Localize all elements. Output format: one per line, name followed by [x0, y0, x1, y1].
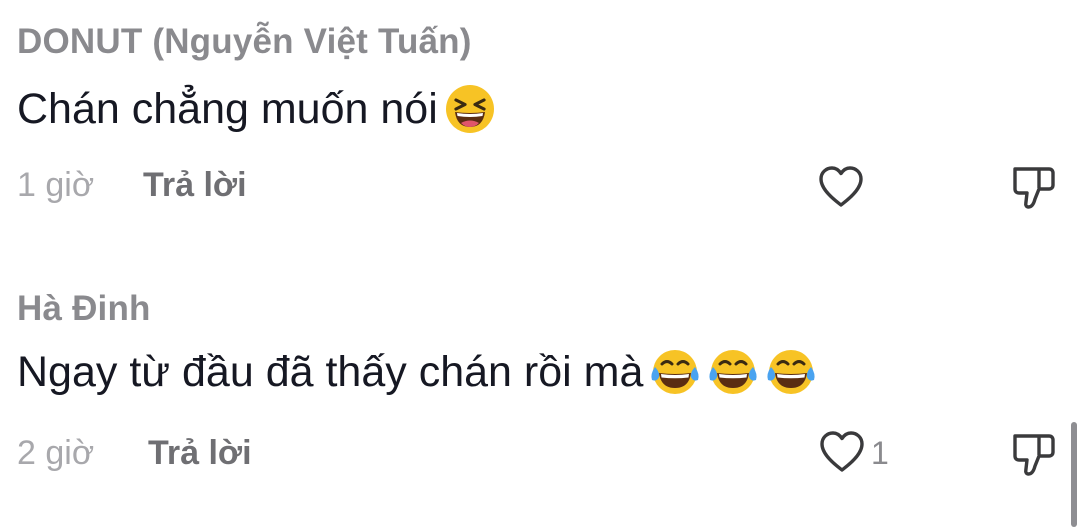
like-count: 1	[871, 435, 889, 471]
comment-text: Ngay từ đầu đã thấy chán rồi mà	[17, 346, 817, 398]
grinning-squinting-face-emoji	[444, 83, 496, 135]
heart-outline-icon	[816, 163, 866, 214]
scrollbar-thumb[interactable]	[1071, 422, 1077, 527]
reply-button[interactable]: Trả lời	[143, 166, 247, 204]
comment-author[interactable]: DONUT (Nguyễn Việt Tuấn)	[17, 22, 472, 62]
face-with-tears-of-joy-emoji	[649, 346, 701, 398]
comment-item: DONUT (Nguyễn Việt Tuấn) Chán chẳng muốn…	[17, 0, 1089, 255]
comment-meta: 2 giờ Trả lời	[17, 434, 252, 473]
face-with-tears-of-joy-emoji	[707, 346, 759, 398]
comment-item: Hà Đinh Ngay từ đầu đã thấy chán rồi mà	[17, 273, 1089, 527]
comment-timestamp: 1 giờ	[17, 166, 95, 204]
dislike-button[interactable]	[993, 163, 1063, 218]
comment-author[interactable]: Hà Đinh	[17, 289, 151, 329]
like-button[interactable]: 1	[817, 428, 889, 479]
like-button[interactable]	[816, 163, 870, 214]
reply-button[interactable]: Trả lời	[148, 434, 252, 472]
thumbs-down-outline-icon	[993, 434, 1063, 484]
comment-meta: 1 giờ Trả lời	[17, 166, 247, 205]
heart-outline-icon	[817, 428, 867, 479]
thumbs-down-outline-icon	[993, 167, 1063, 217]
comment-text-body: Ngay từ đầu đã thấy chán rồi mà	[17, 347, 644, 396]
comment-timestamp: 2 giờ	[17, 434, 95, 472]
comment-text-body: Chán chẳng muốn nói	[17, 84, 438, 133]
dislike-button[interactable]	[993, 430, 1063, 485]
comment-text: Chán chẳng muốn nói	[17, 83, 496, 135]
face-with-tears-of-joy-emoji	[765, 346, 817, 398]
